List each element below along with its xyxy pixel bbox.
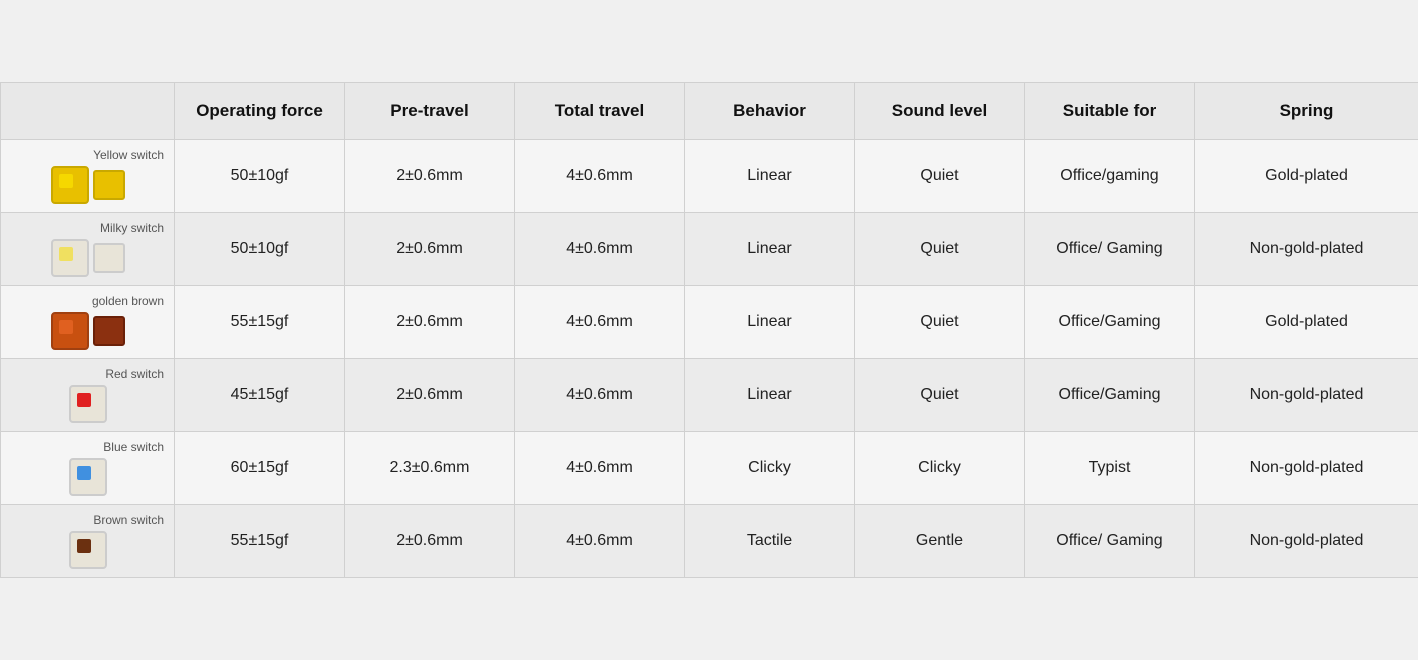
- table-body: Yellow switch 50±10gf 2±0.6mm 4±0.6mm Li…: [1, 140, 1418, 578]
- col-header-total: Total travel: [515, 83, 685, 140]
- table-row: Milky switch 50±10gf 2±0.6mm 4±0.6mm Lin…: [1, 213, 1418, 286]
- col-header-suit: Suitable for: [1025, 83, 1195, 140]
- switch-cell-milky: Milky switch: [1, 213, 175, 286]
- suitable-for-cell: Office/Gaming: [1025, 286, 1195, 359]
- col-header-sound: Sound level: [855, 83, 1025, 140]
- spring-cell: Non-gold-plated: [1195, 505, 1418, 578]
- sound-level-cell: Quiet: [855, 286, 1025, 359]
- switch-name-label: Milky switch: [5, 221, 170, 235]
- behavior-cell: Linear: [685, 213, 855, 286]
- pre-travel-cell: 2±0.6mm: [345, 359, 515, 432]
- suitable-for-cell: Typist: [1025, 432, 1195, 505]
- total-travel-cell: 4±0.6mm: [515, 505, 685, 578]
- table-row: golden brown 55±15gf 2±0.6mm 4±0.6mm Lin…: [1, 286, 1418, 359]
- table-header-row: Operating force Pre-travel Total travel …: [1, 83, 1418, 140]
- switch-cell-brown: Brown switch: [1, 505, 175, 578]
- sound-level-cell: Quiet: [855, 140, 1025, 213]
- sound-level-cell: Quiet: [855, 213, 1025, 286]
- table-row: Yellow switch 50±10gf 2±0.6mm 4±0.6mm Li…: [1, 140, 1418, 213]
- behavior-cell: Linear: [685, 286, 855, 359]
- table-row: Blue switch 60±15gf 2.3±0.6mm 4±0.6mm Cl…: [1, 432, 1418, 505]
- op-force-cell: 50±10gf: [175, 140, 345, 213]
- switch-name-label: Yellow switch: [5, 148, 170, 162]
- behavior-cell: Linear: [685, 359, 855, 432]
- table-row: Brown switch 55±15gf 2±0.6mm 4±0.6mm Tac…: [1, 505, 1418, 578]
- switch-name-label: golden brown: [5, 294, 170, 308]
- col-header-switch: [1, 83, 175, 140]
- spring-cell: Gold-plated: [1195, 286, 1418, 359]
- suitable-for-cell: Office/ Gaming: [1025, 505, 1195, 578]
- switch-cell-red: Red switch: [1, 359, 175, 432]
- pre-travel-cell: 2±0.6mm: [345, 213, 515, 286]
- behavior-cell: Linear: [685, 140, 855, 213]
- switch-name-label: Red switch: [5, 367, 170, 381]
- suitable-for-cell: Office/ Gaming: [1025, 213, 1195, 286]
- table-row: Red switch 45±15gf 2±0.6mm 4±0.6mm Linea…: [1, 359, 1418, 432]
- switch-comparison-table: Operating force Pre-travel Total travel …: [0, 82, 1418, 578]
- pre-travel-cell: 2±0.6mm: [345, 286, 515, 359]
- op-force-cell: 45±15gf: [175, 359, 345, 432]
- suitable-for-cell: Office/Gaming: [1025, 359, 1195, 432]
- total-travel-cell: 4±0.6mm: [515, 213, 685, 286]
- total-travel-cell: 4±0.6mm: [515, 140, 685, 213]
- col-header-spring: Spring: [1195, 83, 1418, 140]
- col-header-behav: Behavior: [685, 83, 855, 140]
- col-header-pre: Pre-travel: [345, 83, 515, 140]
- spring-cell: Non-gold-plated: [1195, 432, 1418, 505]
- pre-travel-cell: 2±0.6mm: [345, 505, 515, 578]
- behavior-cell: Clicky: [685, 432, 855, 505]
- sound-level-cell: Clicky: [855, 432, 1025, 505]
- switch-name-label: Brown switch: [5, 513, 170, 527]
- op-force-cell: 60±15gf: [175, 432, 345, 505]
- op-force-cell: 55±15gf: [175, 286, 345, 359]
- spring-cell: Non-gold-plated: [1195, 359, 1418, 432]
- switch-cell-blue: Blue switch: [1, 432, 175, 505]
- sound-level-cell: Quiet: [855, 359, 1025, 432]
- pre-travel-cell: 2.3±0.6mm: [345, 432, 515, 505]
- switch-cell-golden: golden brown: [1, 286, 175, 359]
- sound-level-cell: Gentle: [855, 505, 1025, 578]
- total-travel-cell: 4±0.6mm: [515, 432, 685, 505]
- switch-cell-yellow: Yellow switch: [1, 140, 175, 213]
- op-force-cell: 55±15gf: [175, 505, 345, 578]
- spring-cell: Non-gold-plated: [1195, 213, 1418, 286]
- op-force-cell: 50±10gf: [175, 213, 345, 286]
- comparison-table-wrapper: Operating force Pre-travel Total travel …: [0, 82, 1418, 578]
- suitable-for-cell: Office/gaming: [1025, 140, 1195, 213]
- switch-name-label: Blue switch: [5, 440, 170, 454]
- pre-travel-cell: 2±0.6mm: [345, 140, 515, 213]
- total-travel-cell: 4±0.6mm: [515, 286, 685, 359]
- spring-cell: Gold-plated: [1195, 140, 1418, 213]
- behavior-cell: Tactile: [685, 505, 855, 578]
- col-header-op: Operating force: [175, 83, 345, 140]
- total-travel-cell: 4±0.6mm: [515, 359, 685, 432]
